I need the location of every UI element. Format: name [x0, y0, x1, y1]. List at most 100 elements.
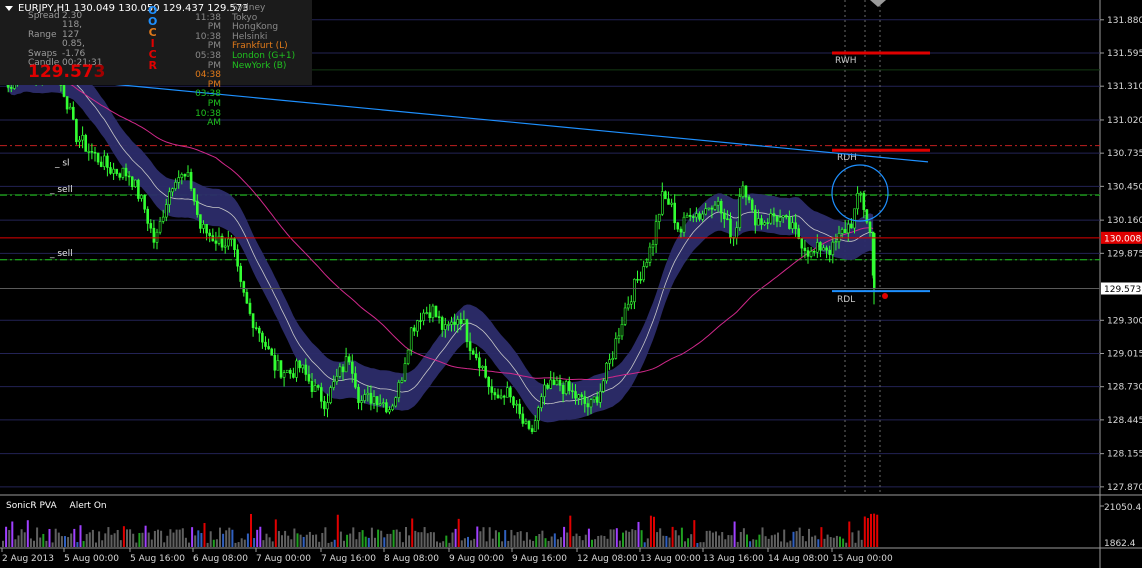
- volume-bar: [181, 528, 184, 547]
- volume-bar: [138, 533, 141, 547]
- candle-body: [282, 372, 286, 378]
- volume-bar: [718, 535, 721, 547]
- candle-body: [586, 403, 590, 408]
- volume-bar: [783, 529, 786, 547]
- volume-bar: [823, 538, 826, 547]
- candle-body: [360, 400, 363, 403]
- candle-body: [521, 413, 525, 424]
- volume-bar: [699, 542, 702, 547]
- candle-body: [722, 212, 726, 220]
- candle-body: [704, 208, 708, 215]
- candle-body: [747, 196, 751, 201]
- candle-body: [536, 407, 540, 421]
- volume-bar: [339, 531, 342, 547]
- volume-bar: [866, 518, 869, 547]
- volume-bar: [532, 540, 535, 547]
- volume-bar: [448, 542, 451, 547]
- session-time: 10:38 PM: [195, 31, 221, 52]
- chevron-down-icon[interactable]: [5, 6, 13, 11]
- candle-body: [462, 319, 466, 324]
- volume-bar: [742, 528, 745, 547]
- candle-body: [192, 188, 196, 202]
- volume-bar: [172, 532, 175, 547]
- volume-bar: [11, 521, 14, 547]
- candle-body: [633, 278, 636, 303]
- candle-body: [636, 278, 639, 281]
- candle-body: [301, 364, 305, 369]
- volume-bar: [463, 538, 466, 547]
- candle-body: [155, 231, 159, 243]
- candle-body: [617, 335, 621, 340]
- volume-bar: [749, 541, 752, 547]
- candle-body: [391, 405, 394, 410]
- candle-body: [667, 198, 670, 205]
- candle-body: [357, 386, 360, 403]
- volume-bar: [122, 526, 125, 547]
- volume-bar: [786, 542, 789, 547]
- candle-body: [146, 208, 149, 224]
- volume-bar: [848, 521, 851, 547]
- candle-body: [65, 96, 69, 110]
- ocr-letter: R: [148, 59, 157, 72]
- candle-body: [75, 119, 78, 143]
- candle-body: [623, 307, 627, 325]
- indicator-name: SonicR PVA: [6, 501, 57, 511]
- candle-body: [515, 403, 518, 406]
- volume-bar: [113, 533, 116, 547]
- candle-body: [478, 357, 481, 368]
- candle-body: [90, 151, 94, 153]
- candle-body: [338, 366, 342, 377]
- volume-bar: [36, 527, 39, 547]
- volume-bar: [246, 533, 249, 547]
- volume-bar: [817, 539, 820, 547]
- candle-body: [276, 360, 280, 371]
- candle-body: [288, 369, 292, 374]
- volume-bar: [563, 526, 566, 547]
- candle-body: [230, 238, 233, 240]
- volume-bar: [265, 533, 268, 547]
- volume-bar: [104, 533, 107, 547]
- candle-body: [323, 401, 326, 410]
- candle-body: [744, 185, 748, 198]
- volume-bar: [501, 541, 504, 547]
- volume-bar: [367, 537, 370, 547]
- candle-body: [741, 185, 745, 197]
- candle-body: [859, 192, 863, 195]
- x-tick-label: 7 Aug 00:00: [256, 554, 311, 564]
- candle-body: [589, 399, 593, 408]
- candle-body: [261, 332, 264, 343]
- candle-body: [127, 175, 131, 178]
- candle-body: [199, 214, 202, 229]
- volume-bar: [8, 530, 11, 547]
- volume-bar: [392, 529, 395, 547]
- volume-bar: [690, 534, 693, 547]
- volume-bar: [724, 539, 727, 547]
- candle-body: [698, 213, 701, 220]
- price-chart[interactable]: RWHRDHRDL _ sl_ sell_ sell 131.880131.59…: [0, 0, 1142, 568]
- volume-bar: [513, 535, 516, 547]
- volume-bar: [144, 525, 147, 547]
- candle-body: [310, 380, 314, 392]
- volume-bar: [622, 532, 624, 547]
- candle-body: [434, 305, 438, 317]
- candle-body: [397, 382, 401, 398]
- candle-body: [406, 349, 410, 364]
- session-cities: Sydney Tokyo HongKong Helsinki Frankfurt (L)…: [232, 3, 295, 71]
- volume-bar: [67, 537, 70, 547]
- volume-bar: [184, 537, 187, 547]
- volume-bar: [290, 539, 293, 547]
- candle-body: [264, 341, 267, 347]
- volume-bar: [780, 541, 783, 547]
- volume-bar: [711, 532, 714, 547]
- candle-body: [791, 222, 794, 229]
- candle-body: [822, 247, 825, 251]
- volume-bar: [426, 533, 429, 547]
- volume-bar: [5, 526, 8, 547]
- candle-body: [257, 327, 261, 334]
- volume-bar: [494, 530, 497, 547]
- candle-body: [626, 303, 630, 309]
- candle-body: [657, 213, 661, 222]
- volume-bar: [42, 533, 45, 547]
- y-tick-label: 129.015: [1107, 349, 1142, 359]
- candle-body: [378, 403, 382, 406]
